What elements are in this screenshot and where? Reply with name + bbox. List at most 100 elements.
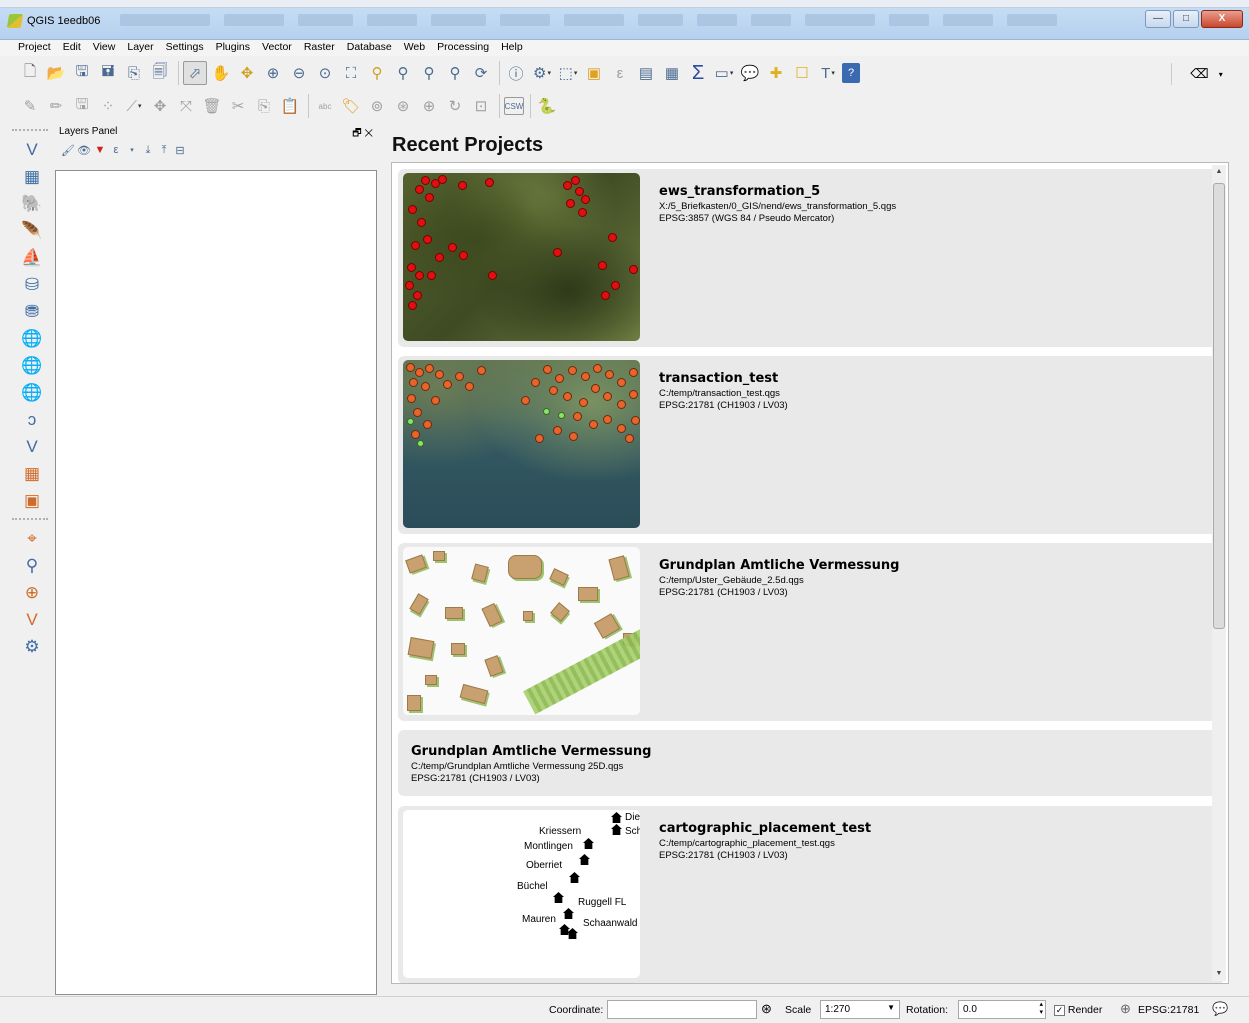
remove-layer-icon[interactable]: ⊟	[173, 143, 187, 157]
rotate-label-icon[interactable]: ↻	[443, 94, 467, 118]
deselect-icon[interactable]: ▣	[582, 61, 606, 85]
close-panel-icon[interactable]: ✕	[364, 128, 373, 139]
add-mssql-layer-icon[interactable]: ⛵	[18, 245, 46, 271]
messages-icon[interactable]: 💬	[1212, 1001, 1228, 1017]
recent-projects-list[interactable]: ews_transformation_5 X:/5_Briefkasten/0_…	[391, 162, 1229, 984]
minimize-button[interactable]: —	[1145, 10, 1171, 28]
crs-icon[interactable]: ⊕	[1120, 1001, 1131, 1017]
paste-features-icon[interactable]: 📋	[278, 94, 302, 118]
attribute-table-icon[interactable]: ▤	[634, 61, 658, 85]
new-spatialite-layer-icon[interactable]: ▦	[18, 461, 46, 487]
select-expression-icon[interactable]: ε	[608, 61, 632, 85]
add-delimited-text-icon[interactable]: ↄ	[18, 407, 46, 433]
recent-projects-scrollbar[interactable]: ▲ ▼	[1212, 165, 1226, 981]
copy-features-icon[interactable]: ⎘	[252, 94, 276, 118]
scroll-up-icon[interactable]: ▲	[1212, 165, 1226, 179]
show-hide-labels-icon[interactable]: ⊛	[391, 94, 415, 118]
open-styling-icon[interactable]: 🖌	[61, 143, 75, 157]
help-icon[interactable]: ?	[842, 63, 860, 83]
save-as-icon[interactable]: 🖬	[96, 61, 120, 85]
filter-expression-icon[interactable]: ε	[109, 143, 123, 157]
pin-labels-icon[interactable]: ⊚	[365, 94, 389, 118]
add-wcs-layer-icon[interactable]: 🌐	[18, 353, 46, 379]
composer-manager-icon[interactable]: 🗐	[148, 61, 172, 85]
maximize-button[interactable]: □	[1173, 10, 1199, 28]
node-tool-icon[interactable]: ⟋ ▾	[122, 94, 146, 118]
render-toggle[interactable]: ✓ Render	[1054, 1004, 1102, 1016]
chevron-down-icon[interactable]: ▾	[125, 143, 139, 157]
add-oracle-layer-icon[interactable]: ⛁	[18, 272, 46, 298]
menu-plugins[interactable]: Plugins	[210, 40, 256, 56]
recent-project-card[interactable]: Grundplan Amtliche Vermessung C:/temp/Us…	[398, 543, 1224, 721]
spin-arrows-icon[interactable]: ▴ ▾	[1039, 1001, 1043, 1017]
move-feature-icon[interactable]: ✥	[148, 94, 172, 118]
scroll-down-icon[interactable]: ▼	[1212, 967, 1226, 981]
pan-to-selection-icon[interactable]: ✥	[235, 61, 259, 85]
layer-labeling-icon[interactable]: 🏷	[339, 94, 363, 118]
show-bookmarks-icon[interactable]: ☐	[790, 61, 814, 85]
toggle-extents-icon[interactable]: ⊛	[761, 1001, 772, 1017]
scrollbar-thumb[interactable]	[1213, 183, 1225, 629]
scale-combobox[interactable]: 1:270 ▼	[820, 1000, 900, 1019]
label-toolbar-icon[interactable]: abc	[313, 94, 337, 118]
render-checkbox[interactable]: ✓	[1054, 1004, 1065, 1016]
add-db2-layer-icon[interactable]: ⛃	[18, 299, 46, 325]
delete-selected-icon[interactable]: 🗑	[200, 94, 224, 118]
new-shapefile-icon[interactable]: V	[18, 434, 46, 460]
text-annotation-icon[interactable]: T ▾	[816, 61, 840, 85]
zoom-out-icon[interactable]: ⊖	[287, 61, 311, 85]
rotation-spinbox[interactable]: 0.0 ▴ ▾	[958, 1000, 1046, 1019]
recent-project-card[interactable]: ews_transformation_5 X:/5_Briefkasten/0_…	[398, 169, 1224, 347]
collapse-all-icon[interactable]: ⤒	[157, 143, 171, 157]
expand-all-icon[interactable]: ⤓	[141, 143, 155, 157]
refresh-icon[interactable]: ⟳	[469, 61, 493, 85]
float-panel-icon[interactable]: 🗗	[352, 128, 361, 139]
menu-settings[interactable]: Settings	[160, 40, 210, 56]
chevron-down-icon[interactable]: ▼	[887, 1003, 895, 1012]
menu-vector[interactable]: Vector	[256, 40, 298, 56]
statistics-icon[interactable]: Σ	[686, 61, 710, 85]
zoom-next-icon[interactable]: ⚲	[443, 61, 467, 85]
zoom-full-icon[interactable]: ⛶	[339, 61, 363, 85]
python-console-icon[interactable]: 🐍	[535, 94, 559, 118]
add-feature-icon[interactable]: ⁘	[96, 94, 120, 118]
map-tips-icon[interactable]: 💬	[738, 61, 762, 85]
zoom-to-selection-icon[interactable]: ⚲	[365, 61, 389, 85]
csw-icon[interactable]: CSW	[504, 97, 524, 115]
coordinate-capture-icon[interactable]: ⊕	[18, 580, 46, 606]
add-wfs-layer-icon[interactable]: 🌐	[18, 380, 46, 406]
save-edits-icon[interactable]: 🖫	[70, 94, 94, 118]
save-project-icon[interactable]: 🖫	[70, 61, 94, 85]
menu-raster[interactable]: Raster	[298, 40, 341, 56]
add-wms-layer-icon[interactable]: 🌐	[18, 326, 46, 352]
georeferencer-icon[interactable]: ⌖	[18, 526, 46, 552]
new-print-composer-icon[interactable]: ⎘	[122, 61, 146, 85]
menu-database[interactable]: Database	[341, 40, 398, 56]
menu-processing[interactable]: Processing	[431, 40, 495, 56]
gps-tools-icon[interactable]: ⚲	[18, 553, 46, 579]
identify-icon[interactable]: ⓘ	[504, 61, 528, 85]
node-editor-icon[interactable]: ⤧	[174, 94, 198, 118]
menu-help[interactable]: Help	[495, 40, 529, 56]
layers-tree[interactable]	[55, 170, 377, 995]
menu-layer[interactable]: Layer	[121, 40, 159, 56]
add-raster-layer-icon[interactable]: ▦	[18, 164, 46, 190]
menu-web[interactable]: Web	[398, 40, 431, 56]
zoom-to-layer-icon[interactable]: ⚲	[391, 61, 415, 85]
open-project-icon[interactable]: 📂	[44, 61, 68, 85]
manage-visibility-icon[interactable]: 👁	[77, 143, 91, 157]
chevron-down-icon[interactable]: ▾	[1219, 70, 1223, 79]
menu-edit[interactable]: Edit	[57, 40, 87, 56]
measure-icon[interactable]: ▭ ▾	[712, 61, 736, 85]
field-calculator-icon[interactable]: ▦	[660, 61, 684, 85]
add-virtual-layer-icon[interactable]: ▣	[18, 488, 46, 514]
add-vector-layer-icon[interactable]: V	[18, 137, 46, 163]
coordinate-field[interactable]	[607, 1000, 757, 1019]
crs-label[interactable]: EPSG:21781	[1138, 1004, 1199, 1016]
menu-project[interactable]: Project	[12, 40, 57, 56]
add-spatialite-layer-icon[interactable]: 🪶	[18, 218, 46, 244]
topology-checker-icon[interactable]: V	[18, 607, 46, 633]
toggle-editing-icon[interactable]: ✏	[44, 94, 68, 118]
current-edits-icon[interactable]: ✎	[18, 94, 42, 118]
new-bookmark-icon[interactable]: ✚	[764, 61, 788, 85]
